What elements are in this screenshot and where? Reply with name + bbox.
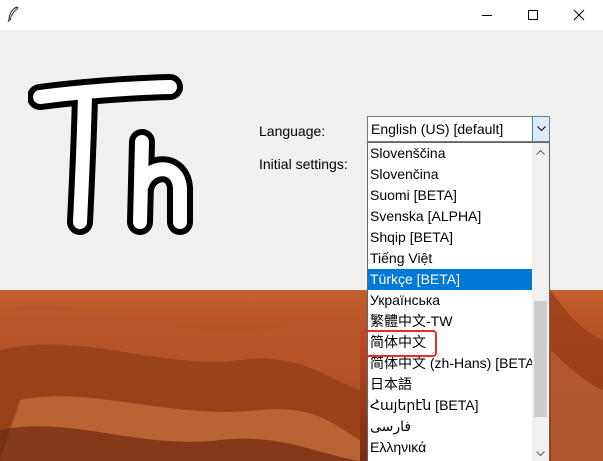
language-option[interactable]: Svenska [ALPHA]	[368, 206, 533, 227]
maximize-icon	[528, 10, 538, 20]
language-option[interactable]: Slovenčina	[368, 164, 533, 185]
language-option[interactable]: Ελληνικά	[368, 437, 533, 458]
chevron-up-icon	[536, 149, 545, 155]
language-option[interactable]: Suomi [BETA]	[368, 185, 533, 206]
language-combobox-value: English (US) [default]	[371, 121, 504, 137]
initial-settings-label: Initial settings:	[259, 156, 348, 172]
chevron-down-icon	[536, 126, 546, 132]
scrollbar-thumb[interactable]	[534, 301, 547, 417]
annotation-highlight-box	[362, 330, 437, 357]
minimize-button[interactable]	[464, 0, 510, 30]
language-dropdown-list: Slovenščina Slovenčina Suomi [BETA] Sven…	[367, 142, 550, 461]
scroll-down-button[interactable]	[532, 445, 549, 461]
minimize-icon	[482, 15, 492, 16]
close-button[interactable]	[556, 0, 602, 30]
dropdown-scrollbar[interactable]	[532, 143, 549, 461]
language-label: Language:	[259, 123, 326, 139]
title-bar	[0, 0, 603, 30]
combobox-dropdown-button[interactable]	[532, 117, 549, 141]
chevron-down-icon	[536, 450, 545, 456]
language-option[interactable]: Tiếng Việt	[368, 248, 533, 269]
language-combobox[interactable]: English (US) [default]	[367, 116, 550, 142]
close-icon	[573, 9, 585, 21]
language-option[interactable]: فارسی	[368, 416, 533, 437]
app-logo	[28, 74, 193, 235]
language-option[interactable]: Українська	[368, 290, 533, 311]
feather-icon	[7, 6, 19, 22]
language-option[interactable]: Հայերէն [BETA]	[368, 395, 533, 416]
maximize-button[interactable]	[510, 0, 556, 30]
language-option[interactable]: 日本語	[368, 374, 533, 395]
scroll-up-button[interactable]	[532, 143, 549, 160]
language-option[interactable]: Slovenščina	[368, 143, 533, 164]
language-option-highlighted[interactable]: Türkçe [BETA]	[368, 269, 533, 290]
language-option[interactable]: 繁體中文-TW	[368, 311, 533, 332]
language-option[interactable]: Shqip [BETA]	[368, 227, 533, 248]
